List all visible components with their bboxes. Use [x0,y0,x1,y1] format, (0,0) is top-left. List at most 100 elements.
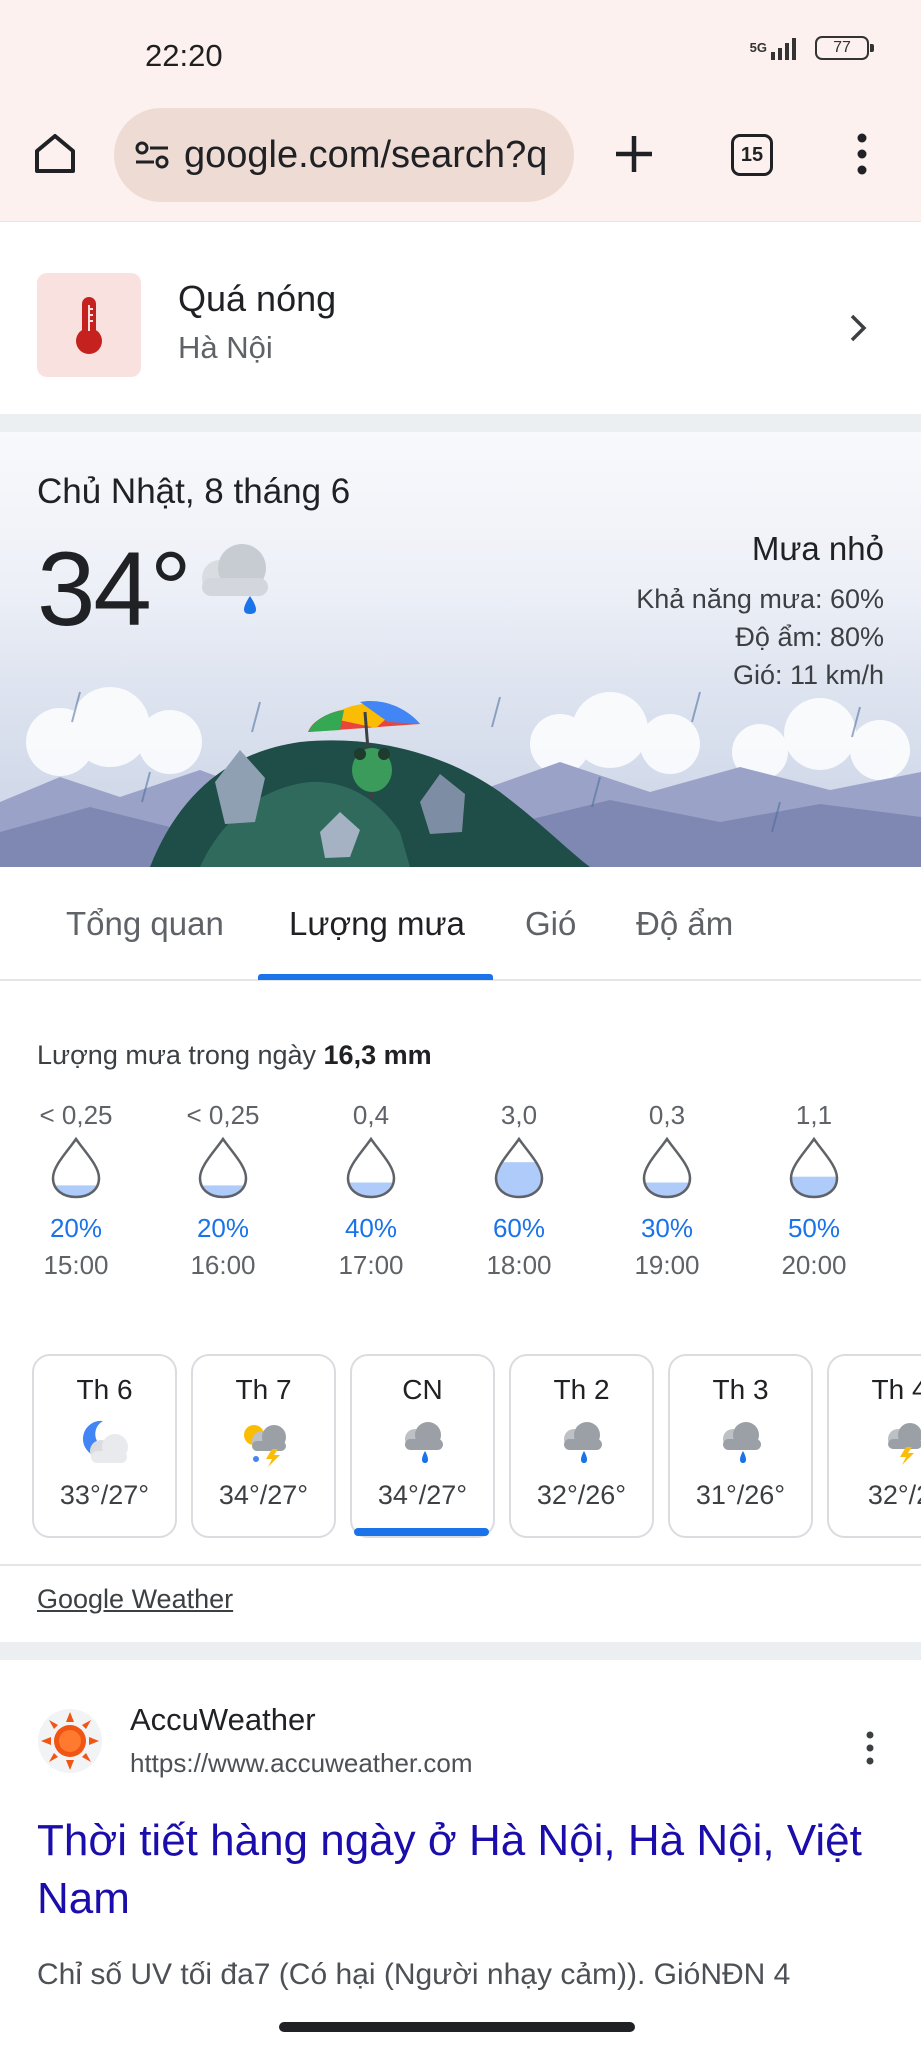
thunderstorm-icon [887,1423,921,1465]
hour-amount: < 0,25 [39,1100,113,1130]
search-result: AccuWeather https://www.accuweather.com … [0,1660,921,2048]
google-weather-link[interactable]: Google Weather [37,1584,233,1615]
day-card[interactable]: Th 7 34°/27° [191,1354,336,1538]
alert-location: Hà Nội [178,330,273,365]
raindrop-icon [494,1136,544,1199]
weather-condition: Mưa nhỏ [751,530,884,567]
browser-toolbar: 22:20 5G 77 google.com/search?q 15 [0,0,921,222]
partly-cloudy-night-icon [82,1420,128,1463]
light-rain-icon [404,1422,443,1463]
day-temperature: 34°/27° [218,1480,309,1510]
hour-time: 19:00 [634,1250,700,1280]
day-name: Th 4 [871,1374,921,1405]
weather-illustration [0,687,921,867]
daily-forecast: Th 6 33°/27° Th 7 34°/27° CN 34°/27° Th … [0,1354,921,1542]
result-more-icon[interactable] [862,1730,878,1766]
section-divider [0,1642,921,1660]
precipitation-summary: Lượng mưa trong ngày 16,3 mm [37,1040,432,1071]
day-card[interactable]: Th 3 31°/26° [668,1354,813,1538]
hour-time: 20:00 [781,1250,847,1280]
hour-percent: 40% [344,1213,398,1243]
raindrop-icon [51,1136,101,1199]
hour-time: 15:00 [43,1250,109,1280]
tab-count: 15 [740,143,764,166]
day-temperature: 32°/2 [867,1480,921,1510]
hour-percent: 50% [787,1213,841,1243]
day-temperature: 31°/26° [695,1480,786,1510]
result-url[interactable]: https://www.accuweather.com [130,1748,472,1779]
result-snippet: Chỉ số UV tối đa7 (Có hại (Người nhạy cả… [37,1958,791,1991]
weather-alert-card[interactable]: Quá nóng Hà Nội [0,236,921,414]
day-temperature: 33°/27° [59,1480,150,1510]
new-tab-icon[interactable] [612,132,656,176]
hour-percent: 60% [492,1213,546,1243]
day-card-selected[interactable]: CN 34°/27° [350,1354,495,1538]
hour-amount: 3,0 [500,1100,538,1130]
site-settings-icon[interactable] [134,140,170,170]
gesture-navigation-bar[interactable] [279,2022,635,2032]
raindrop-icon [346,1136,396,1199]
status-time: 22:20 [145,38,223,73]
raindrop-icon [198,1136,248,1199]
day-temperature: 32°/26° [536,1480,627,1510]
day-card[interactable]: Th 4 32°/2 [827,1354,921,1538]
weather-date: Chủ Nhật, 8 tháng 6 [37,472,351,511]
chevron-right-icon[interactable] [848,312,868,344]
day-card[interactable]: Th 6 33°/27° [32,1354,177,1538]
network-type: 5G [749,40,767,55]
hour-item: 0,3 30% 19:00 [607,1100,727,1281]
hour-percent: 20% [196,1213,250,1243]
light-rain-icon [722,1422,761,1463]
day-temperature: 34°/27° [377,1480,468,1510]
weather-tabs: Tổng quan Lượng mưa Gió Độ ẩm [0,867,921,981]
tab-overview[interactable]: Tổng quan [66,905,224,943]
tab-precipitation[interactable]: Lượng mưa [289,905,465,943]
hour-item: < 0,25 20% 15:00 [16,1100,136,1281]
result-site-name[interactable]: AccuWeather [130,1702,316,1738]
day-name: CN [402,1374,443,1405]
hour-amount: 0,3 [648,1100,686,1130]
current-temperature: 34° [37,531,192,648]
url-text[interactable]: google.com/search?q [184,134,554,177]
hour-item: 0,4 40% 17:00 [311,1100,431,1281]
light-rain-icon [563,1422,602,1463]
heat-alert-badge [37,273,141,377]
thunderstorm-icon [243,1425,286,1467]
day-name: Th 2 [553,1374,610,1405]
light-rain-icon [202,544,268,614]
hour-item: 1,1 50% 20:00 [754,1100,874,1281]
thermometer-icon [76,297,102,354]
hour-item: < 0,25 20% 16:00 [163,1100,283,1281]
day-name: Th 3 [712,1374,769,1405]
section-divider [0,414,921,432]
raindrop-icon [642,1136,692,1199]
result-title-link[interactable]: Thời tiết hàng ngày ở Hà Nội, Hà Nội, Vi… [37,1812,887,1928]
hour-amount: 0,4 [352,1100,390,1130]
tab-humidity[interactable]: Độ ẩm [636,905,733,943]
tab-wind[interactable]: Gió [525,905,576,943]
hour-time: 17:00 [338,1250,404,1280]
address-bar[interactable]: google.com/search?q [114,108,574,202]
divider [0,1564,921,1566]
selected-day-indicator [354,1528,489,1536]
hour-time: 16:00 [190,1250,256,1280]
battery-icon: 77 [815,36,874,60]
home-icon[interactable] [33,131,77,175]
alert-title: Quá nóng [178,278,337,319]
active-tab-indicator [258,974,493,980]
precipitation-label: Lượng mưa trong ngày [37,1040,317,1070]
signal-icon [771,38,796,60]
battery-level: 77 [833,39,851,56]
hourly-precipitation: < 0,25 20% 15:00 < 0,25 20% 16:00 0,4 40… [0,1100,921,1300]
raindrop-icon [789,1136,839,1199]
day-card[interactable]: Th 2 32°/26° [509,1354,654,1538]
day-name: Th 6 [76,1374,133,1405]
tab-switcher-button[interactable]: 15 [731,134,773,176]
hour-amount: < 0,25 [186,1100,260,1130]
hour-percent: 20% [49,1213,103,1243]
more-options-icon[interactable] [852,132,872,176]
hour-amount: 1,1 [795,1100,833,1130]
accuweather-favicon-icon [38,1709,102,1773]
weather-hero: Chủ Nhật, 8 tháng 6 34° Mưa nhỏ Khả năng… [0,432,921,867]
day-name: Th 7 [235,1374,292,1405]
